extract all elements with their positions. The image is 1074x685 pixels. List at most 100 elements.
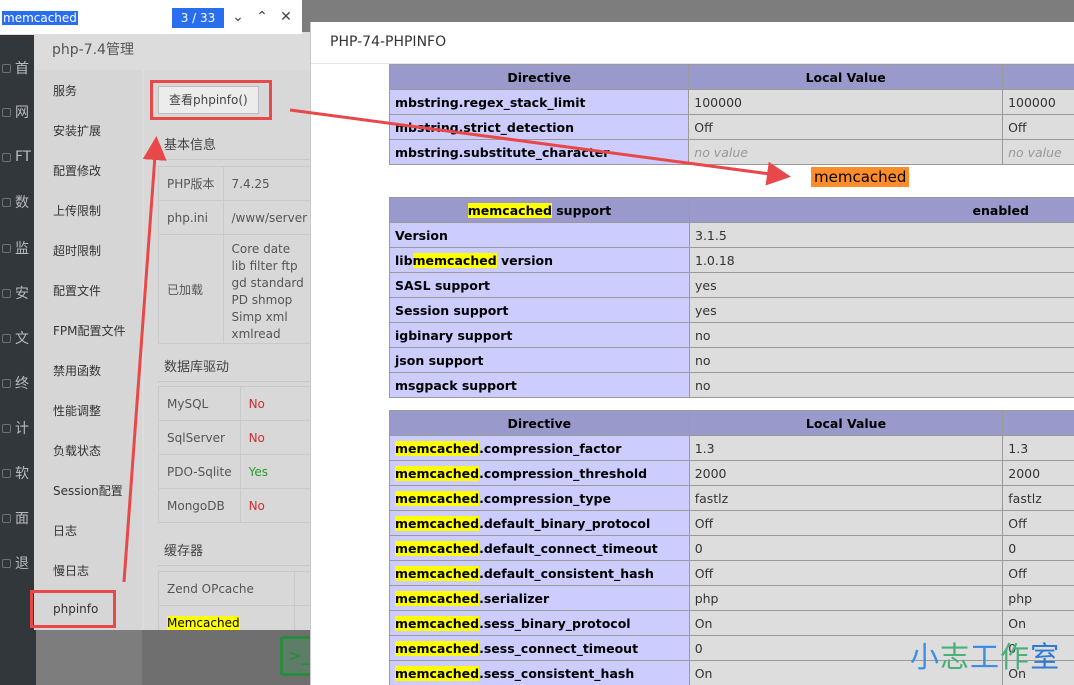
master-value: fastlz: [1002, 485, 1074, 511]
table-row: mbstring.strict_detection Off Off: [388, 114, 1074, 140]
local-value: 0: [688, 535, 1004, 561]
database-icon: [2, 197, 11, 207]
table-row: SASL support yes: [389, 272, 1074, 298]
nav-item[interactable]: 监: [0, 237, 36, 259]
sidebar-item-config[interactable]: 配置修改: [53, 162, 101, 179]
sidebar-item-fpm-config[interactable]: FPM配置文件: [53, 322, 126, 339]
nav-item[interactable]: 计: [0, 417, 36, 439]
chevron-down-icon[interactable]: ⌄: [227, 6, 249, 28]
apps-icon: [2, 468, 11, 478]
sidebar-item-timeout-limit[interactable]: 超时限制: [53, 242, 101, 259]
sidebar-item-upload-limit[interactable]: 上传限制: [53, 202, 101, 219]
chevron-up-icon[interactable]: ⌃: [251, 6, 273, 28]
nav-item[interactable]: 软: [0, 462, 36, 484]
nav-item[interactable]: 首: [0, 57, 36, 79]
support-status: enabled: [689, 197, 1074, 223]
table-row: Memcached: [158, 605, 314, 630]
sidebar-item-service[interactable]: 服务: [53, 82, 77, 99]
sidebar-item-disabled-functions[interactable]: 禁用函数: [53, 362, 101, 379]
window-title: PHP-74-PHPINFO: [330, 34, 447, 50]
section-title-db: 数据库驱动: [158, 354, 314, 382]
table-row: Version 3.1.5: [389, 222, 1074, 248]
col-master-value: [1002, 64, 1074, 90]
support-value: yes: [689, 297, 1074, 323]
sidebar-item-load-status[interactable]: 负载状态: [53, 442, 101, 459]
php-sidebar: 服务 安装扩展 配置修改 上传限制 超时限制 配置文件 FPM配置文件 禁用函数…: [34, 70, 142, 630]
table-row: libmemcached version 1.0.18: [389, 247, 1074, 273]
monitor-icon: [2, 243, 11, 253]
phpinfo-content[interactable]: Directive Local Value mbstring.regex_sta…: [311, 64, 1074, 685]
find-match-count: 3 / 33: [172, 8, 224, 28]
close-icon[interactable]: ✕: [275, 6, 297, 28]
support-key: json support: [389, 347, 690, 373]
db-key: MongoDB: [158, 488, 241, 523]
table-row: memcached.compression_type fastlz fastlz: [389, 485, 1074, 511]
table-row: 已加载 Core date lib filter ftp gd standard …: [158, 234, 314, 344]
support-value: no: [689, 372, 1074, 398]
table-row: mbstring.substitute_character no value no …: [388, 139, 1074, 165]
support-value: 3.1.5: [689, 222, 1074, 248]
nav-item[interactable]: 面: [0, 507, 36, 529]
section-title-basic: 基本信息: [158, 132, 314, 160]
memcached-support-table: memcached support enabled Version 3.1.5 l…: [389, 197, 1074, 398]
table-row: memcached.compression_threshold 2000 2000: [389, 460, 1074, 486]
find-input[interactable]: memcached: [2, 8, 167, 28]
directive-name: memcached.compression_type: [389, 485, 690, 511]
master-value: 0: [1002, 535, 1074, 561]
directive-name: memcached.compression_factor: [389, 435, 690, 461]
table-row: memcached.default_consistent_hash Off Off: [389, 560, 1074, 586]
nav-item[interactable]: 文: [0, 327, 36, 349]
nav-item[interactable]: FT: [0, 146, 36, 168]
nav-item[interactable]: 退: [0, 552, 36, 574]
phpinfo-window: PHP-74-PHPINFO Directive Local Value mbs…: [310, 22, 1074, 685]
support-header-rest: support: [551, 202, 612, 218]
panel-sidebar: 首 网 FT 数 监 安 文 终 计 软 面 退: [0, 0, 36, 685]
nav-item[interactable]: 网: [0, 101, 36, 123]
col-directive: Directive: [389, 410, 690, 436]
terminal-tile-icon[interactable]: >_: [280, 636, 314, 676]
nav-item[interactable]: 安: [0, 282, 36, 304]
directive-name: memcached.default_consistent_hash: [389, 560, 690, 586]
find-bar: memcached 3 / 33 ⌄ ⌃ ✕: [0, 0, 302, 35]
db-status: No: [239, 488, 314, 523]
support-value: 1.0.18: [689, 247, 1074, 273]
col-local-value: Local Value: [688, 64, 1004, 90]
support-key: igbinary support: [389, 322, 690, 348]
cache-table: Zend OPcache Memcached: [158, 571, 314, 630]
support-value: yes: [689, 272, 1074, 298]
sidebar-item-log[interactable]: 日志: [53, 522, 77, 539]
directive-name: mbstring.substitute_character: [388, 139, 690, 165]
basic-value: 7.4.25: [222, 166, 314, 201]
table-row: php.ini/www/server: [158, 200, 314, 235]
sidebar-item-slow-log[interactable]: 慢日志: [53, 562, 89, 579]
table-row: memcached.sess_binary_protocol On On: [389, 610, 1074, 636]
basic-value: Core date lib filter ftp gd standard PD …: [222, 234, 314, 344]
table-row: msgpack support no: [389, 372, 1074, 398]
sidebar-item-config-file[interactable]: 配置文件: [53, 282, 101, 299]
dialog-title: php-7.4管理: [52, 42, 134, 58]
table-row: memcached.default_connect_timeout 0 0: [389, 535, 1074, 561]
nav-item[interactable]: 终: [0, 372, 36, 394]
sidebar-item-session[interactable]: Session配置: [53, 482, 123, 499]
col-local-value: Local Value: [688, 410, 1004, 436]
ftp-icon: [2, 152, 11, 162]
sidebar-item-extensions[interactable]: 安装扩展: [53, 122, 101, 139]
directive-name: memcached.sess_binary_protocol: [389, 610, 690, 636]
col-master-value: [1002, 410, 1074, 436]
db-key: PDO-Sqlite: [158, 454, 241, 489]
local-value: Off: [688, 560, 1004, 586]
support-value: no: [689, 322, 1074, 348]
sidebar-item-performance[interactable]: 性能调整: [53, 402, 101, 419]
local-value: 1.3: [688, 435, 1004, 461]
directive-name: memcached.default_binary_protocol: [389, 510, 690, 536]
nav-item[interactable]: 数: [0, 191, 36, 213]
table-row: Session support yes: [389, 297, 1074, 323]
support-header: memcached support: [389, 197, 690, 223]
table-row: igbinary support no: [389, 322, 1074, 348]
table-row: memcached.compression_factor 1.3 1.3: [389, 435, 1074, 461]
master-value: 1.3: [1002, 435, 1074, 461]
php-manager-dialog: php-7.4管理 服务 安装扩展 配置修改 上传限制 超时限制 配置文件 FP…: [34, 32, 314, 630]
local-value: Off: [688, 510, 1004, 536]
table-header-row: memcached support enabled: [389, 197, 1074, 223]
home-icon: [2, 63, 11, 73]
